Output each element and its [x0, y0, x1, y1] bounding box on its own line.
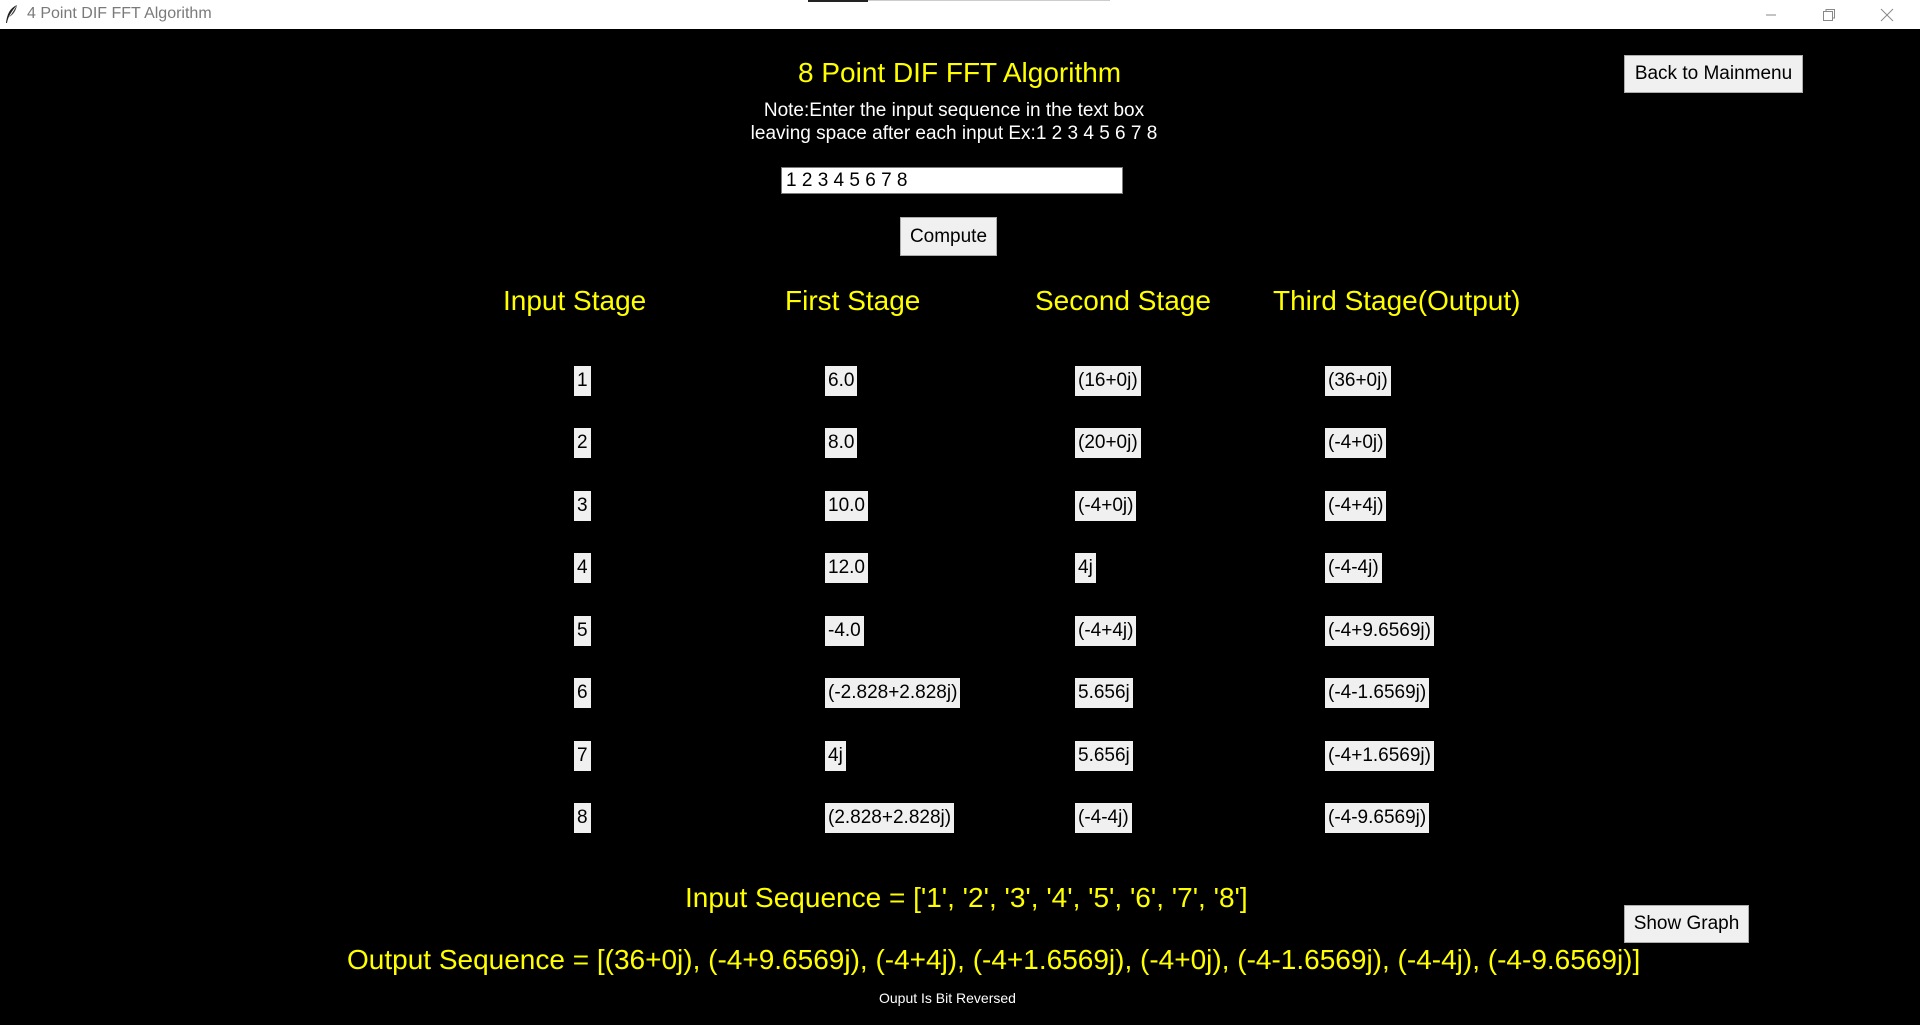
- output-sequence-text: Output Sequence = [(36+0j), (-4+9.6569j)…: [347, 944, 1641, 975]
- second-stage-cell: 5.656j: [1075, 678, 1133, 708]
- third-stage-cell: (36+0j): [1325, 366, 1391, 396]
- input-stage-cell: 4: [574, 553, 591, 583]
- window-title: 4 Point DIF FFT Algorithm: [27, 5, 212, 22]
- back-to-mainmenu-button[interactable]: Back to Mainmenu: [1624, 55, 1803, 93]
- third-stage-cell: (-4-9.6569j): [1325, 803, 1430, 833]
- bit-reversed-note: Ouput Is Bit Reversed: [879, 990, 1016, 1006]
- show-graph-button[interactable]: Show Graph: [1624, 905, 1749, 943]
- third-stage-cell: (-4+9.6569j): [1325, 616, 1434, 646]
- first-stage-cell: (2.828+2.828j): [825, 803, 955, 833]
- titlebar-accent: [808, 0, 868, 2]
- header-first-stage: First Stage: [785, 285, 921, 316]
- input-sequence-text: Input Sequence = ['1', '2', '3', '4', '5…: [685, 882, 1248, 913]
- restore-button[interactable]: [1800, 0, 1858, 29]
- first-stage-cell: 4j: [825, 741, 846, 771]
- third-stage-cell: (-4+0j): [1325, 428, 1387, 458]
- input-stage-cell: 1: [574, 366, 591, 396]
- note-line-1: Note:Enter the input sequence in the tex…: [763, 100, 1145, 121]
- note-text: Note:Enter the input sequence in the tex…: [746, 99, 1162, 145]
- input-stage-cell: 7: [574, 741, 591, 771]
- input-stage-cell: 8: [574, 803, 591, 833]
- third-stage-cell: (-4-1.6569j): [1325, 678, 1430, 708]
- first-stage-cell: 12.0: [825, 553, 868, 583]
- feather-icon: [6, 5, 17, 23]
- third-stage-cell: (-4+4j): [1325, 491, 1387, 521]
- input-stage-cell: 5: [574, 616, 591, 646]
- minimize-button[interactable]: [1742, 0, 1800, 29]
- close-icon: [1880, 8, 1894, 21]
- compute-button[interactable]: Compute: [900, 217, 997, 256]
- third-stage-cell: (-4+1.6569j): [1325, 741, 1434, 771]
- second-stage-cell: 4j: [1075, 553, 1096, 583]
- first-stage-cell: 6.0: [825, 366, 858, 396]
- first-stage-cell: 8.0: [825, 428, 858, 458]
- minimize-icon: [1766, 14, 1776, 15]
- header-third-stage: Third Stage(Output): [1273, 285, 1521, 316]
- third-stage-cell: (-4-4j): [1325, 553, 1382, 583]
- header-second-stage: Second Stage: [1035, 285, 1211, 316]
- restore-icon: [1823, 8, 1835, 21]
- window-titlebar: 4 Point DIF FFT Algorithm: [0, 0, 1920, 29]
- page-title: 8 Point DIF FFT Algorithm: [798, 57, 1122, 88]
- first-stage-cell: 10.0: [825, 491, 868, 521]
- input-stage-cell: 3: [574, 491, 591, 521]
- titlebar-accent-line: [868, 0, 1110, 1]
- second-stage-cell: 5.656j: [1075, 741, 1133, 771]
- second-stage-cell: (-4+4j): [1075, 616, 1137, 646]
- first-stage-cell: (-2.828+2.828j): [825, 678, 961, 708]
- second-stage-cell: (-4+0j): [1075, 491, 1137, 521]
- second-stage-cell: (16+0j): [1075, 366, 1141, 396]
- sequence-input[interactable]: [781, 167, 1123, 194]
- second-stage-cell: (-4-4j): [1075, 803, 1132, 833]
- input-stage-cell: 6: [574, 678, 591, 708]
- input-stage-cell: 2: [574, 428, 591, 458]
- close-button[interactable]: [1858, 0, 1916, 29]
- header-input-stage: Input Stage: [503, 285, 647, 316]
- first-stage-cell: -4.0: [825, 616, 864, 646]
- note-line-2: leaving space after each input Ex:1 2 3 …: [750, 123, 1158, 144]
- second-stage-cell: (20+0j): [1075, 428, 1141, 458]
